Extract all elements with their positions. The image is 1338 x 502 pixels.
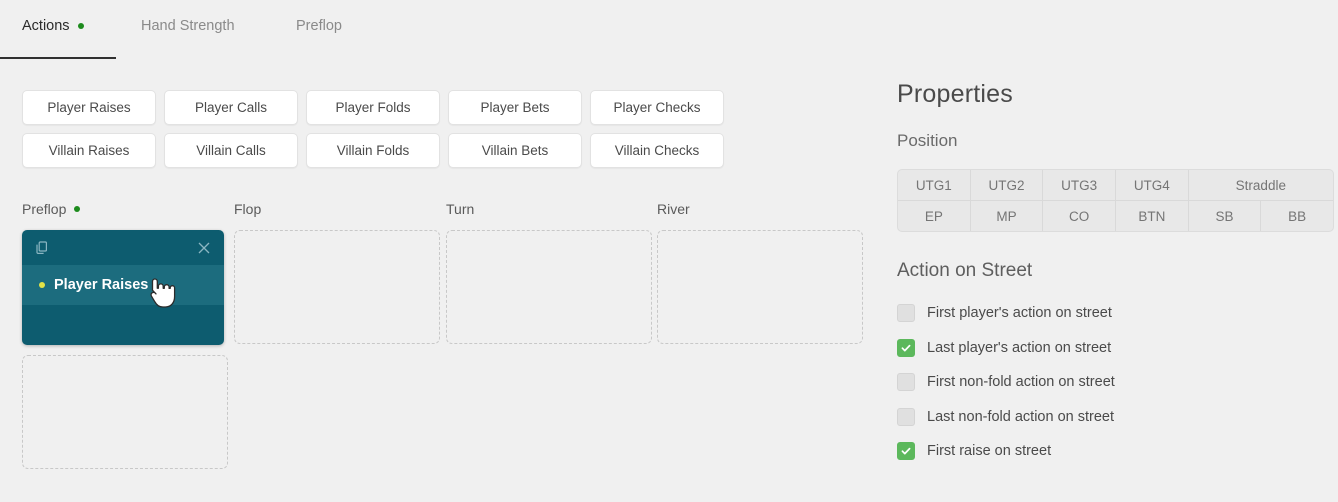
action-on-street-label: Action on Street	[897, 260, 1033, 281]
action-button-player-calls[interactable]: Player Calls	[164, 90, 298, 125]
action-button-player-raises[interactable]: Player Raises	[22, 90, 156, 125]
tab-active-underline	[0, 57, 116, 59]
action-button-villain-checks[interactable]: Villain Checks	[590, 133, 724, 168]
position-cell-straddle[interactable]: Straddle	[1188, 170, 1333, 200]
tab-preflop[interactable]: Preflop	[296, 18, 342, 34]
checkbox-label-last-player-action: Last player's action on street	[927, 339, 1112, 356]
tab-hand-strength[interactable]: Hand Strength	[141, 18, 235, 34]
copy-icon[interactable]	[36, 240, 49, 255]
checkbox-label-last-nonfold-action: Last non-fold action on street	[927, 408, 1115, 425]
properties-panel: Properties Position UTG1 UTG2 UTG3 UTG4 …	[897, 80, 1338, 469]
position-cell-utg4[interactable]: UTG4	[1115, 170, 1188, 200]
action-button-player-checks[interactable]: Player Checks	[590, 90, 724, 125]
position-cell-btn[interactable]: BTN	[1115, 201, 1188, 231]
position-cell-utg1[interactable]: UTG1	[898, 170, 970, 200]
street-label-turn-text: Turn	[446, 201, 475, 217]
dropzone-flop[interactable]	[234, 230, 440, 344]
position-cell-mp[interactable]: MP	[970, 201, 1043, 231]
action-button-villain-calls[interactable]: Villain Calls	[164, 133, 298, 168]
dropzone-river[interactable]	[657, 230, 863, 344]
street-column-preflop: Preflop Player Raises	[22, 198, 228, 469]
tab-preflop-label: Preflop	[296, 18, 342, 34]
position-grid: UTG1 UTG2 UTG3 UTG4 Straddle EP MP CO BT…	[897, 169, 1334, 232]
tab-bar: Actions Hand Strength Preflop	[0, 0, 1338, 59]
street-label-flop-text: Flop	[234, 201, 262, 217]
checkbox-label-first-raise: First raise on street	[927, 443, 1052, 460]
tab-hand-strength-label: Hand Strength	[141, 18, 235, 34]
position-cell-bb[interactable]: BB	[1261, 201, 1333, 231]
street-label-turn: Turn	[446, 198, 652, 220]
action-card-bullet	[39, 282, 45, 288]
checkbox-row-first-nonfold-action[interactable]: First non-fold action on street	[897, 365, 1338, 400]
checkbox-row-first-raise[interactable]: First raise on street	[897, 434, 1338, 469]
action-card-player-raises[interactable]: Player Raises	[22, 230, 224, 345]
checkbox-row-first-player-action[interactable]: First player's action on street	[897, 296, 1338, 331]
position-cell-utg2[interactable]: UTG2	[970, 170, 1043, 200]
checkbox-first-nonfold-action[interactable]	[897, 373, 915, 392]
street-preflop-status-dot	[74, 206, 81, 212]
street-column-turn: Turn	[446, 198, 652, 344]
action-card-body: Player Raises	[22, 265, 224, 305]
checkbox-label-first-nonfold-action: First non-fold action on street	[927, 374, 1115, 391]
action-on-street-checkbox-list: First player's action on street Last pla…	[897, 296, 1338, 469]
tab-actions[interactable]: Actions	[22, 18, 84, 34]
position-cell-co[interactable]: CO	[1043, 201, 1115, 231]
tab-actions-label: Actions	[22, 18, 70, 34]
properties-title: Properties	[897, 80, 1013, 108]
checkbox-last-nonfold-action[interactable]	[897, 407, 915, 426]
action-button-villain-folds[interactable]: Villain Folds	[306, 133, 440, 168]
position-cell-sb[interactable]: SB	[1188, 201, 1261, 231]
street-label-flop: Flop	[234, 198, 440, 220]
street-label-preflop-text: Preflop	[22, 201, 67, 217]
dropzone-preflop-next[interactable]	[22, 355, 228, 469]
checkbox-first-player-action[interactable]	[897, 304, 915, 323]
action-button-player-folds[interactable]: Player Folds	[306, 90, 440, 125]
street-label-river-text: River	[657, 201, 690, 217]
action-button-villain-raises[interactable]: Villain Raises	[22, 133, 156, 168]
dropzone-turn[interactable]	[446, 230, 652, 344]
action-card-label: Player Raises	[54, 277, 149, 293]
action-button-villain-bets[interactable]: Villain Bets	[448, 133, 582, 168]
tab-actions-status-dot	[77, 23, 84, 29]
street-column-flop: Flop	[234, 198, 440, 344]
action-card-header	[22, 230, 224, 265]
position-cell-ep[interactable]: EP	[898, 201, 970, 231]
checkbox-label-first-player-action: First player's action on street	[927, 305, 1112, 322]
checkbox-last-player-action[interactable]	[897, 338, 915, 357]
close-icon[interactable]	[197, 241, 211, 255]
street-label-river: River	[657, 198, 863, 220]
street-label-preflop: Preflop	[22, 198, 228, 220]
position-section-label: Position	[897, 131, 958, 150]
street-column-river: River	[657, 198, 863, 344]
action-button-player-bets[interactable]: Player Bets	[448, 90, 582, 125]
checkbox-row-last-nonfold-action[interactable]: Last non-fold action on street	[897, 400, 1338, 435]
checkbox-row-last-player-action[interactable]: Last player's action on street	[897, 331, 1338, 366]
position-cell-utg3[interactable]: UTG3	[1043, 170, 1115, 200]
checkbox-first-raise[interactable]	[897, 442, 915, 461]
action-buttons-grid: Player Raises Player Calls Player Folds …	[22, 90, 724, 168]
